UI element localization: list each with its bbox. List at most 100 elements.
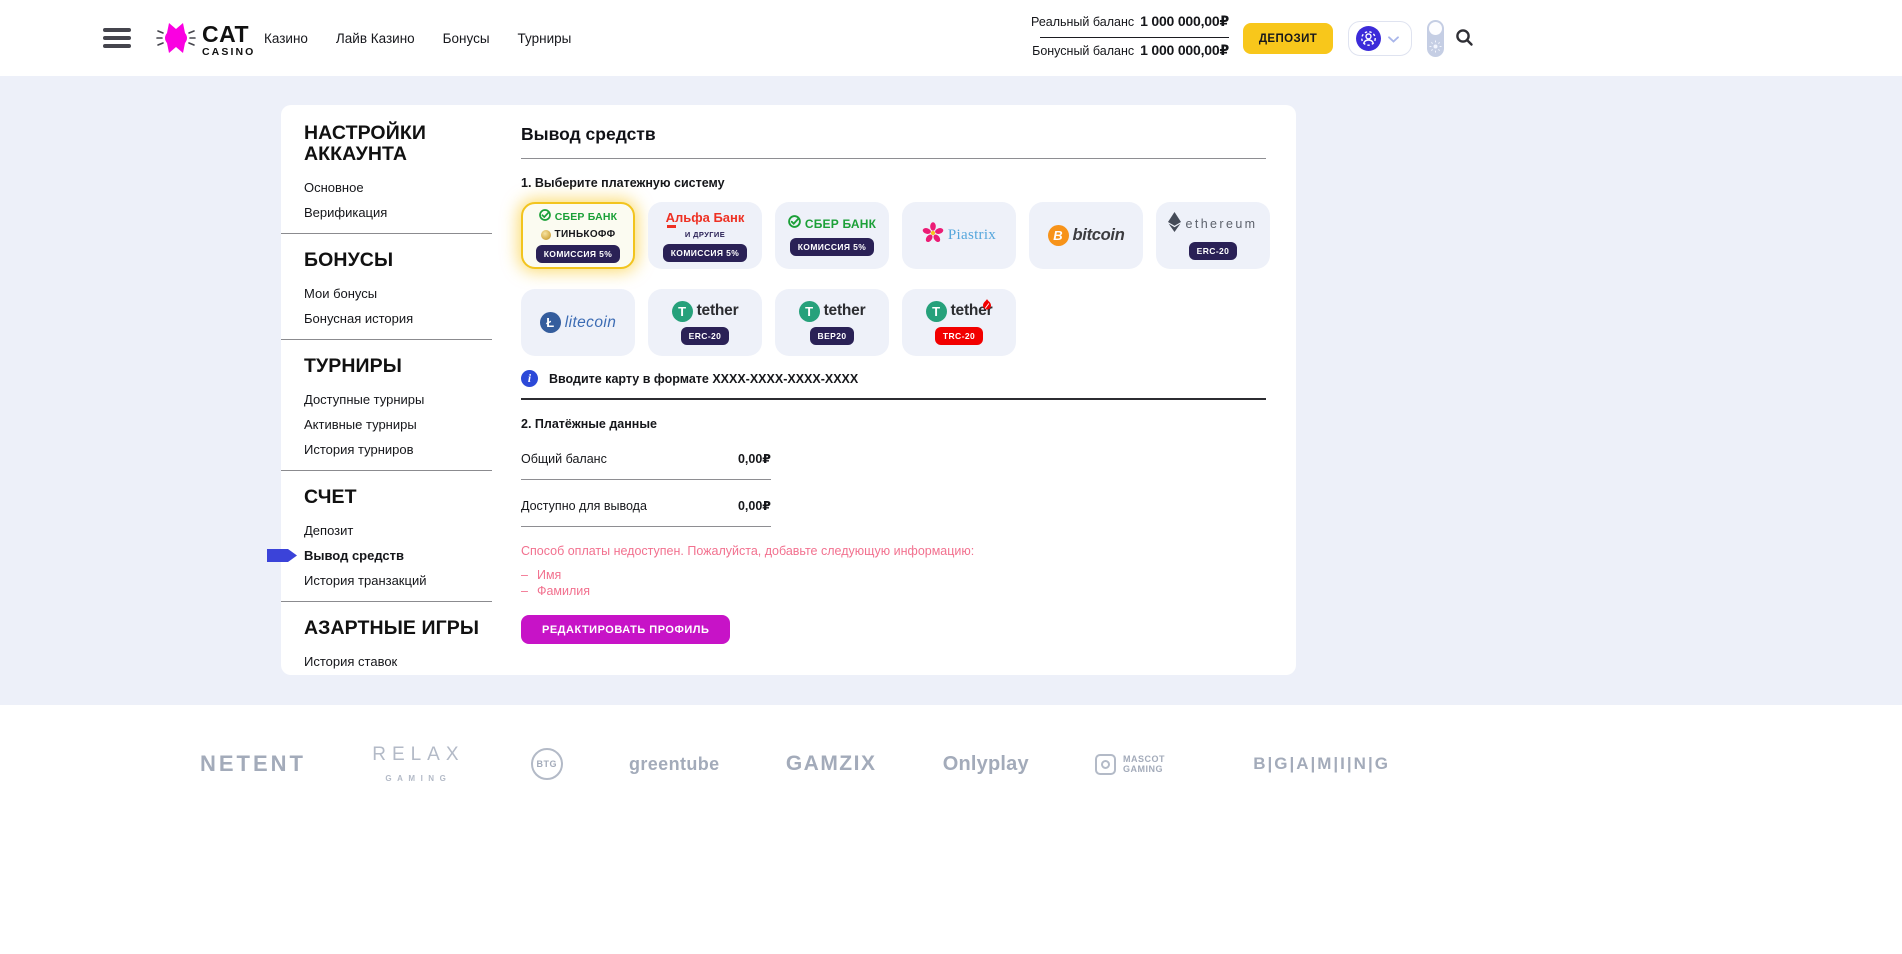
hamburger-icon[interactable] bbox=[103, 28, 131, 48]
balance-block: Реальный баланс 1 000 000,00₽ Бонусный б… bbox=[1040, 13, 1229, 63]
providers-footer: NETENT RELAX GAMING BTG greentube GAMZIX… bbox=[0, 705, 1902, 954]
commission-badge: КОМИССИЯ 5% bbox=[663, 244, 748, 262]
sidebar-item-available-tournaments[interactable]: Доступные турниры bbox=[304, 381, 492, 406]
logo[interactable]: CAT CASINO bbox=[155, 17, 255, 64]
tether-icon: T bbox=[799, 301, 820, 322]
bonus-balance-label: Бонусный баланс bbox=[1032, 44, 1134, 58]
sidebar-item-main[interactable]: Основное bbox=[304, 169, 492, 194]
brand-top: CAT bbox=[202, 23, 255, 46]
cat-icon bbox=[155, 17, 197, 64]
provider-mascot-gaming[interactable]: MASCOT GAMING bbox=[1095, 754, 1187, 775]
page: CAT CASINO Казино Лайв Казино Бонусы Тур… bbox=[0, 0, 1902, 954]
provider-bgaming[interactable]: B|G|A|M|I|N|G bbox=[1253, 754, 1390, 774]
sidebar-item-verification[interactable]: Верификация bbox=[304, 194, 492, 219]
piastrix-label: Piastrix bbox=[948, 227, 996, 244]
divider bbox=[281, 601, 492, 602]
network-badge: ERC-20 bbox=[1189, 242, 1238, 260]
sidebar-section-title-gambling: АЗАРТНЫЕ ИГРЫ bbox=[304, 618, 482, 639]
real-balance-row: Реальный баланс 1 000 000,00₽ bbox=[1040, 13, 1229, 34]
sidebar-item-bet-history[interactable]: История ставок bbox=[304, 643, 492, 668]
sidebar-section-title-tournaments: ТУРНИРЫ bbox=[304, 356, 482, 377]
search-icon[interactable] bbox=[1454, 28, 1474, 48]
piastrix-flower-icon bbox=[922, 222, 944, 249]
btg-badge-icon: BTG bbox=[531, 748, 563, 780]
available-balance-value: 0,00₽ bbox=[738, 498, 771, 513]
bonus-balance-row: Бонусный баланс 1 000 000,00₽ bbox=[1040, 42, 1229, 63]
sidebar-item-my-bonuses[interactable]: Мои бонусы bbox=[304, 275, 492, 300]
network-badge: ERC-20 bbox=[681, 327, 730, 345]
edit-profile-button[interactable]: РЕДАКТИРОВАТЬ ПРОФИЛЬ bbox=[521, 615, 730, 644]
bitcoin-icon: B bbox=[1048, 225, 1069, 246]
commission-badge: КОМИССИЯ 5% bbox=[536, 245, 621, 263]
divider bbox=[521, 398, 1266, 400]
available-balance-row: Доступно для вывода 0,00₽ bbox=[521, 480, 771, 527]
payment-methods-grid: СБЕР БАНК ТИНЬКОФФ КОМИССИЯ 5% Альфа Бан… bbox=[521, 202, 1266, 356]
ethereum-icon bbox=[1168, 212, 1181, 237]
sidebar-item-deposit[interactable]: Депозит bbox=[304, 512, 492, 537]
main-nav: Казино Лайв Казино Бонусы Турниры bbox=[264, 0, 571, 76]
sidebar: НАСТРОЙКИ АККАУНТА Основное Верификация … bbox=[281, 105, 492, 668]
nav-tournaments[interactable]: Турниры bbox=[518, 31, 572, 46]
profile-menu-button[interactable] bbox=[1348, 21, 1412, 56]
deposit-button[interactable]: ДЕПОЗИТ bbox=[1243, 23, 1333, 54]
missing-field-item: Фамилия bbox=[521, 584, 1266, 600]
payment-method-piastrix[interactable]: Piastrix bbox=[902, 202, 1016, 269]
provider-greentube[interactable]: greentube bbox=[629, 754, 720, 775]
total-balance-value: 0,00₽ bbox=[738, 451, 771, 466]
total-balance-label: Общий баланс bbox=[521, 452, 607, 466]
sun-icon bbox=[1429, 40, 1442, 53]
info-note-text: Вводите карту в формате ХХХХ-ХХХХ-ХХХХ-Х… bbox=[549, 372, 858, 386]
payment-method-sber-tinkoff[interactable]: СБЕР БАНК ТИНЬКОФФ КОМИССИЯ 5% bbox=[521, 202, 635, 269]
active-arrow-icon bbox=[267, 549, 297, 562]
provider-gamzix[interactable]: GAMZIX bbox=[786, 752, 877, 776]
nav-bonuses[interactable]: Бонусы bbox=[443, 31, 490, 46]
payment-method-tether-trc20[interactable]: T tether TRC-20 bbox=[902, 289, 1016, 356]
ethereum-label: ethereum bbox=[1185, 217, 1257, 231]
sidebar-item-active-tournaments[interactable]: Активные турниры bbox=[304, 406, 492, 431]
sber-label: СБЕР БАНК bbox=[555, 211, 618, 223]
payment-method-tether-bep20[interactable]: T tether BEP20 bbox=[775, 289, 889, 356]
toggle-knob bbox=[1429, 22, 1442, 35]
sber-label: СБЕР БАНК bbox=[805, 217, 876, 231]
account-card: НАСТРОЙКИ АККАУНТА Основное Верификация … bbox=[281, 105, 1296, 675]
payment-method-alfa[interactable]: Альфа Банк И ДРУГИЕ КОМИССИЯ 5% bbox=[648, 202, 762, 269]
tether-icon: T bbox=[926, 301, 947, 322]
sidebar-section-title-account-money: СЧЕТ bbox=[304, 487, 482, 508]
nav-live-casino[interactable]: Лайв Казино bbox=[336, 31, 415, 46]
mascot-gaming-label: MASCOT GAMING bbox=[1123, 754, 1187, 774]
provider-onlyplay[interactable]: Onlyplay bbox=[943, 753, 1029, 776]
payment-method-bitcoin[interactable]: B bitcoin bbox=[1029, 202, 1143, 269]
sidebar-item-transaction-history[interactable]: История транзакций bbox=[304, 562, 492, 587]
divider bbox=[281, 233, 492, 234]
alfa-subtitle: И ДРУГИЕ bbox=[685, 230, 725, 239]
total-balance-row: Общий баланс 0,00₽ bbox=[521, 451, 771, 480]
sidebar-item-tournament-history[interactable]: История турниров bbox=[304, 431, 492, 456]
step2-label: 2. Платёжные данные bbox=[521, 417, 1266, 431]
sidebar-section-title-bonuses: БОНУСЫ bbox=[304, 250, 482, 271]
payment-method-sber[interactable]: СБЕР БАНК КОМИССИЯ 5% bbox=[775, 202, 889, 269]
sidebar-item-withdrawal[interactable]: Вывод средств bbox=[304, 537, 492, 562]
alfa-underline-mark bbox=[667, 225, 676, 228]
sidebar-item-bonus-history[interactable]: Бонусная история bbox=[304, 300, 492, 325]
providers-row: NETENT RELAX GAMING BTG greentube GAMZIX… bbox=[200, 705, 1390, 783]
available-balance-label: Доступно для вывода bbox=[521, 499, 647, 513]
provider-relax-gaming[interactable]: RELAX GAMING bbox=[372, 745, 464, 783]
withdrawal-panel: Вывод средств 1. Выберите платежную сист… bbox=[521, 105, 1266, 644]
theme-toggle[interactable] bbox=[1427, 20, 1444, 57]
step1-label: 1. Выберите платежную систему bbox=[521, 176, 1266, 190]
relax-sublabel: GAMING bbox=[385, 775, 451, 783]
payment-method-tether-erc20[interactable]: T tether ERC-20 bbox=[648, 289, 762, 356]
payment-unavailable-message: Способ оплаты недоступен. Пожалуйста, до… bbox=[521, 544, 1266, 558]
divider bbox=[521, 158, 1266, 159]
balance-divider bbox=[1040, 37, 1229, 38]
commission-badge: КОМИССИЯ 5% bbox=[790, 238, 875, 256]
tether-label: tether bbox=[824, 302, 866, 320]
sber-check-icon bbox=[788, 215, 801, 233]
payment-method-ethereum[interactable]: ethereum ERC-20 bbox=[1156, 202, 1270, 269]
sber-check-icon bbox=[539, 208, 551, 226]
provider-netent[interactable]: NETENT bbox=[200, 751, 306, 777]
provider-btg[interactable]: BTG bbox=[531, 748, 563, 780]
payment-method-litecoin[interactable]: Ł litecoin bbox=[521, 289, 635, 356]
nav-casino[interactable]: Казино bbox=[264, 31, 308, 46]
info-icon: i bbox=[521, 370, 538, 387]
